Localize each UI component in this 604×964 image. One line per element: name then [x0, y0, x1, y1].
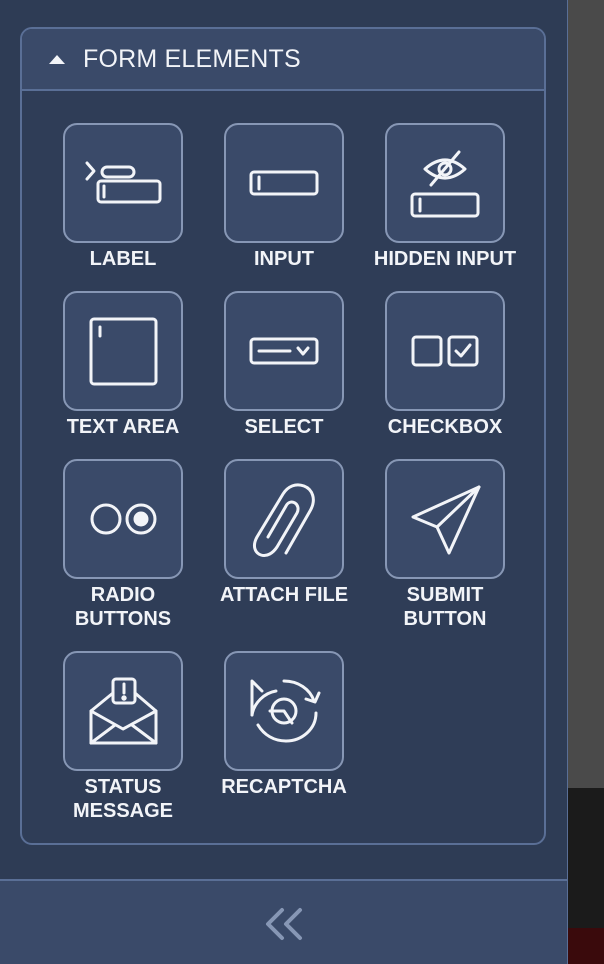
element-tile-radio-buttons[interactable]: [63, 459, 183, 579]
label-icon: [85, 161, 162, 204]
element-tile-hidden-input[interactable]: [385, 123, 505, 243]
element-tile-status-message[interactable]: [63, 651, 183, 771]
workspace-corner: [568, 928, 604, 964]
panel-footer: [0, 879, 568, 964]
checkbox-icon: [411, 335, 479, 367]
recaptcha-icon: [250, 679, 321, 743]
collapse-panel-button[interactable]: [262, 903, 308, 945]
element-tile-checkbox[interactable]: [385, 291, 505, 411]
element-tile-select[interactable]: [224, 291, 344, 411]
element-label-submit-button: SUBMIT BUTTON: [403, 584, 487, 630]
element-tile-submit-button[interactable]: [385, 459, 505, 579]
element-label-attach-file: ATTACH FILE: [219, 584, 349, 606]
envelope-alert-icon: [89, 677, 158, 745]
element-tile-text-area[interactable]: [63, 291, 183, 411]
select-icon: [249, 337, 319, 365]
element-label-select: SELECT: [244, 416, 324, 438]
paper-plane-icon: [411, 485, 481, 555]
form-elements-panel: FORM ELEMENTS LABEL INPUT HIDDEN INPUT T…: [0, 0, 568, 964]
element-tile-label[interactable]: [63, 123, 183, 243]
element-tile-recaptcha[interactable]: [224, 651, 344, 771]
element-label-label: LABEL: [89, 248, 157, 270]
element-label-radio-buttons: RADIO BUTTONS: [74, 584, 172, 630]
element-tile-attach-file[interactable]: [224, 459, 344, 579]
element-label-input: INPUT: [254, 248, 314, 270]
element-label-text-area: TEXT AREA: [66, 416, 180, 438]
element-label-checkbox: CHECKBOX: [387, 416, 503, 438]
paperclip-icon: [252, 483, 315, 557]
section-title: FORM ELEMENTS: [83, 44, 301, 73]
text-area-icon: [89, 317, 158, 386]
double-chevron-left-icon: [266, 908, 302, 940]
element-tile-input[interactable]: [224, 123, 344, 243]
workspace-area: [568, 0, 604, 788]
workspace-footer-area: [568, 788, 604, 928]
caret-up-icon: [49, 54, 65, 64]
input-icon: [249, 170, 319, 196]
element-label-status-message: STATUS MESSAGE: [72, 776, 174, 822]
element-label-recaptcha: RECAPTCHA: [221, 776, 347, 798]
element-label-hidden-input: HIDDEN INPUT: [373, 248, 517, 270]
section-header-toggle[interactable]: FORM ELEMENTS: [22, 29, 544, 91]
hidden-input-icon: [410, 150, 480, 218]
radio-buttons-icon: [90, 503, 157, 535]
